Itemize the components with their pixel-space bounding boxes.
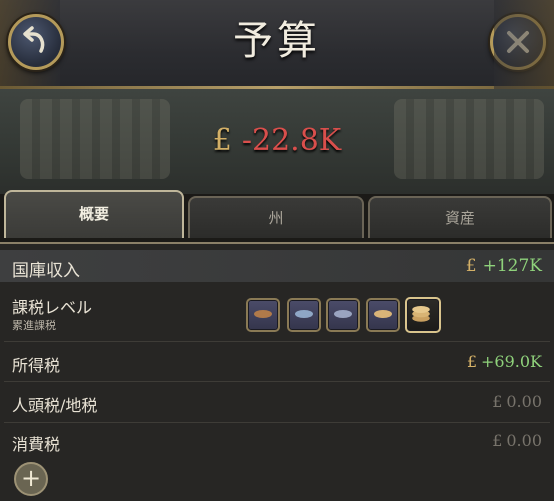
pound-icon: £	[492, 392, 503, 411]
poll-tax-amount: 0.00	[506, 392, 542, 411]
page-title: 予算	[233, 18, 321, 64]
cake-icon	[254, 310, 272, 318]
tax-level-button-3[interactable]	[326, 298, 360, 332]
treasury-income-value: £ +127K	[466, 256, 542, 276]
income-tax-label: 所得税	[12, 356, 61, 375]
treasury-income-label: 国庫収入	[12, 261, 80, 281]
tax-level-sub-label: 累進課税	[12, 319, 56, 332]
add-button[interactable]: +	[14, 462, 48, 496]
budget-content: 国庫収入 £ +127K 課税レベル 累進課税 所得税 £ +69.0K 人頭税/地…	[0, 244, 554, 501]
tab-bar: 概要 州 資産	[0, 190, 554, 240]
tax-level-label: 課税レベル	[12, 298, 93, 317]
pound-icon: £	[466, 352, 478, 371]
poll-tax-label: 人頭税/地税	[12, 396, 98, 415]
balance-amount: -22.8K	[241, 123, 342, 158]
consumption-tax-amount: 0.00	[506, 431, 542, 450]
cake-icon	[374, 310, 392, 318]
pound-icon: £	[212, 123, 232, 158]
header-bar: 予算	[0, 0, 554, 90]
close-button[interactable]	[490, 14, 546, 70]
tax-level-button-5[interactable]	[405, 297, 441, 333]
divider	[4, 381, 550, 382]
income-tax-value: £ +69.0K	[467, 352, 542, 371]
balance-value: £ -22.8K	[0, 123, 554, 158]
treasury-income-header[interactable]: 国庫収入 £ +127K	[0, 250, 554, 282]
coin-stack-icon	[412, 306, 430, 322]
budget-summary: £ -22.8K	[0, 89, 554, 194]
divider	[4, 341, 550, 342]
pound-icon: £	[465, 256, 477, 276]
consumption-tax-value: £0.00	[492, 431, 542, 450]
tax-level-button-4[interactable]	[366, 298, 400, 332]
cake-icon	[334, 310, 352, 318]
treasury-income-amount: +127K	[482, 256, 542, 276]
income-tax-amount: +69.0K	[481, 352, 542, 371]
tax-level-button-1[interactable]	[246, 298, 280, 332]
poll-tax-value: £0.00	[492, 392, 542, 411]
tab-states[interactable]: 州	[188, 196, 364, 238]
close-icon	[507, 31, 529, 53]
tab-overview[interactable]: 概要	[4, 190, 184, 238]
tab-assets[interactable]: 資産	[368, 196, 552, 238]
pound-icon: £	[492, 431, 503, 450]
divider	[4, 422, 550, 423]
cake-icon	[295, 310, 313, 318]
tax-level-button-2[interactable]	[287, 298, 321, 332]
consumption-tax-label: 消費税	[12, 435, 61, 454]
